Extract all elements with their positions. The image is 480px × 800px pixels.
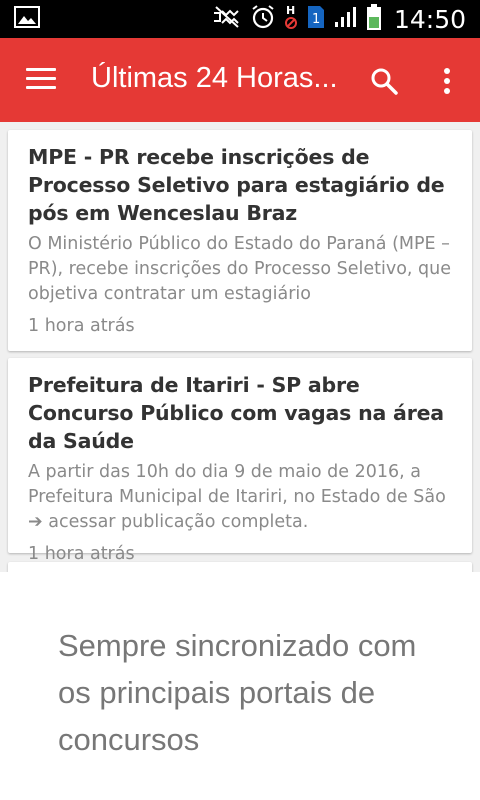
news-feed: MPE - PR recebe inscrições de Processo S… [0,122,480,582]
signal-icon [334,6,358,32]
sim1-icon: 1 [306,4,326,34]
app-bar: Últimas 24 Horas... [0,38,480,122]
sync-info-panel: Sempre sincronizado com os principais po… [0,572,480,800]
search-icon[interactable] [369,66,399,96]
image-icon [14,6,40,28]
article-title: Prefeitura de Itariri - SP abre Concurso… [28,373,444,453]
hd-icon: H [284,3,298,35]
battery-icon [366,3,382,35]
status-bar: H 1 14:50 [0,0,480,38]
article-time: 1 hora atrás [28,544,135,564]
alarm-icon [250,4,276,34]
menu-icon[interactable] [26,68,56,92]
article-title: MPE - PR recebe inscrições de Processo S… [28,145,445,225]
page-title: Últimas 24 Horas... [91,62,338,94]
svg-text:H: H [286,4,295,17]
article-excerpt: A partir das 10h do dia 9 de maio de 201… [28,462,446,532]
article-card[interactable]: Prefeitura de Itariri - SP abre Concurso… [8,358,472,564]
article-card[interactable]: MPE - PR recebe inscrições de Processo S… [8,130,472,351]
svg-text:1: 1 [312,12,320,27]
article-time: 1 hora atrás [28,316,135,336]
sync-message: Sempre sincronizado com os principais po… [58,628,417,757]
article-excerpt: O Ministério Público do Estado do Paraná… [28,234,452,304]
more-vert-icon[interactable] [440,66,454,96]
clock-time: 14:50 [393,4,466,34]
mute-icon [212,5,242,33]
